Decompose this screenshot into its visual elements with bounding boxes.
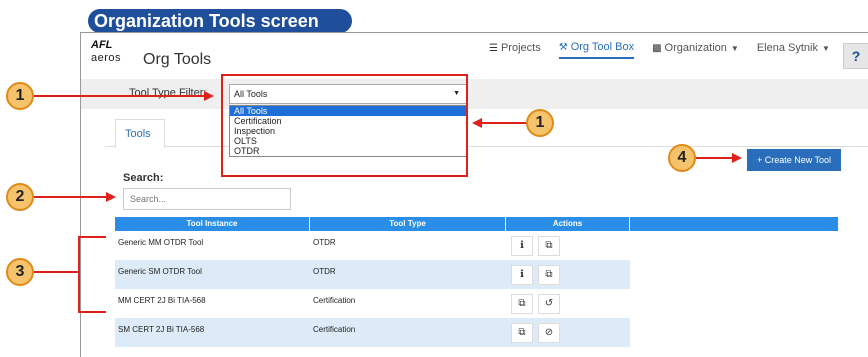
logo-brand: AFL: [91, 39, 113, 51]
info-icon[interactable]: ℹ: [511, 264, 533, 285]
table-header: Tool Instance Tool Type Actions: [115, 217, 839, 231]
header-tool-type[interactable]: Tool Type: [310, 217, 506, 231]
nav-projects-label: Projects: [500, 42, 541, 54]
nav-organization-label: Organization: [664, 42, 727, 54]
top-bar: AFL aeros Org Tools ☰ Projects ⚒ Org Too…: [81, 33, 868, 73]
callout-2-line: [34, 196, 106, 198]
disable-icon[interactable]: ⊘: [538, 322, 560, 343]
chevron-down-icon: ▼: [821, 43, 830, 53]
tool-type-filter-label: Tool Type Filter:: [129, 87, 207, 99]
cell-actions: ⧉ ⊘: [506, 318, 630, 347]
nav-user-menu[interactable]: Elena Sytnik ▼: [757, 37, 830, 59]
header-blank: [630, 217, 839, 231]
cell-tool-instance: Generic MM OTDR Tool: [118, 238, 204, 247]
copy-icon[interactable]: ⧉: [511, 293, 533, 314]
cell-blank: [630, 231, 839, 260]
cell-tool-instance: SM CERT 2J Bi TIA-568: [118, 325, 205, 334]
filter-bar: Tool Type Filter: All Tools ▼: [81, 79, 868, 109]
arrow-right-icon: [106, 192, 116, 202]
table-row[interactable]: SM CERT 2J Bi TIA-568 Certification ⧉ ⊘: [115, 318, 839, 347]
nav-org-tool-box-label: Org Tool Box: [570, 41, 635, 53]
cell-tool-type: Certification: [313, 325, 356, 334]
main-nav: ☰ Projects ⚒ Org Tool Box ▩ Organization…: [489, 37, 848, 59]
arrow-right-icon: [732, 153, 742, 163]
callout-4-line: [696, 157, 732, 159]
nav-projects[interactable]: ☰ Projects: [489, 37, 541, 59]
cell-tool-type: Certification: [313, 296, 356, 305]
nav-organization[interactable]: ▩ Organization ▼: [652, 37, 739, 59]
header-tool-instance[interactable]: Tool Instance: [115, 217, 310, 231]
cell-actions: ⧉ ↺: [506, 289, 630, 318]
copy-icon[interactable]: ⧉: [511, 322, 533, 343]
cell-blank: [630, 289, 839, 318]
tools-table: Tool Instance Tool Type Actions Generic …: [115, 217, 839, 347]
search-label: Search:: [123, 172, 164, 184]
user-name: Elena Sytnik: [756, 42, 818, 54]
cell-blank: [630, 260, 839, 289]
arrow-left-icon: [472, 118, 482, 128]
callout-3-bracket-top: [78, 236, 106, 238]
callout-1-right-line: [482, 122, 526, 124]
cell-tool-instance: Generic SM OTDR Tool: [118, 267, 202, 276]
callout-1-right: 1: [526, 109, 554, 137]
afl-aeros-logo: AFL aeros: [91, 39, 131, 65]
table-row[interactable]: Generic MM OTDR Tool OTDR ℹ ⧉: [115, 231, 839, 260]
header-actions: Actions: [506, 217, 630, 231]
cell-tool-instance: MM CERT 2J Bi TIA-568: [118, 296, 206, 305]
callout-3: 3: [6, 258, 34, 286]
cell-actions: ℹ ⧉: [506, 260, 630, 289]
logo-product: aeros: [91, 52, 122, 64]
sitemap-icon: ▩: [652, 42, 662, 54]
create-new-tool-button[interactable]: + Create New Tool: [747, 149, 841, 171]
cell-blank: [630, 318, 839, 347]
wrench-icon: ⚒: [558, 41, 568, 53]
screen-title: Organization Tools screen: [88, 9, 352, 33]
tab-tools[interactable]: Tools: [115, 119, 165, 148]
callout-3-line: [34, 271, 78, 273]
list-icon: ☰: [489, 42, 498, 54]
callout-3-bracket-bottom: [78, 311, 106, 313]
cell-tool-type: OTDR: [313, 267, 336, 276]
search-input[interactable]: [123, 188, 291, 210]
table-row[interactable]: Generic SM OTDR Tool OTDR ℹ ⧉: [115, 260, 839, 289]
callout-1-left-line: [34, 95, 204, 97]
help-button[interactable]: ?: [843, 43, 868, 69]
arrow-right-icon: [204, 91, 214, 101]
app-window: AFL aeros Org Tools ☰ Projects ⚒ Org Too…: [80, 32, 868, 357]
cell-tool-type: OTDR: [313, 238, 336, 247]
copy-icon[interactable]: ⧉: [538, 235, 560, 256]
copy-icon[interactable]: ⧉: [538, 264, 560, 285]
callout-4: 4: [668, 144, 696, 172]
info-icon[interactable]: ℹ: [511, 235, 533, 256]
nav-org-tool-box[interactable]: ⚒ Org Tool Box: [558, 37, 635, 59]
callout-2: 2: [6, 183, 34, 211]
cell-actions: ℹ ⧉: [506, 231, 630, 260]
chevron-down-icon: ▼: [730, 43, 739, 53]
restore-icon[interactable]: ↺: [538, 293, 560, 314]
table-row[interactable]: MM CERT 2J Bi TIA-568 Certification ⧉ ↺: [115, 289, 839, 318]
callout-3-bracket: [78, 236, 80, 313]
filter-highlight-box: [221, 74, 468, 177]
page-title: Org Tools: [143, 51, 212, 68]
callout-1-left: 1: [6, 82, 34, 110]
